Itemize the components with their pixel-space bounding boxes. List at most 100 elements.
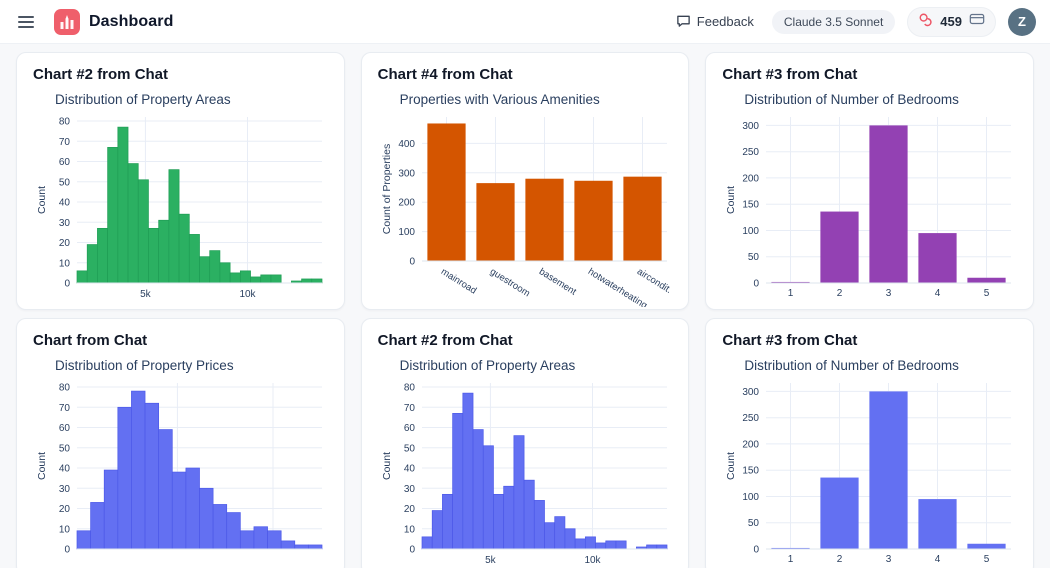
histogram-prices-blue: 0 10 20 30 40 50 60 70 80 Count xyxy=(33,377,328,567)
svg-text:1: 1 xyxy=(788,288,794,299)
svg-text:30: 30 xyxy=(59,484,71,495)
svg-text:40: 40 xyxy=(59,464,71,475)
svg-text:10k: 10k xyxy=(239,289,256,300)
svg-text:30: 30 xyxy=(59,218,71,229)
svg-text:10: 10 xyxy=(59,258,71,269)
model-badge[interactable]: Claude 3.5 Sonnet xyxy=(771,9,896,34)
svg-text:50: 50 xyxy=(404,443,416,454)
svg-text:20: 20 xyxy=(59,238,71,249)
chart-card-areas-blue: Chart #2 from Chat Distribution of Prope… xyxy=(360,318,690,568)
svg-text:20: 20 xyxy=(404,504,416,515)
svg-text:70: 70 xyxy=(59,137,71,148)
feedback-label: Feedback xyxy=(696,14,754,29)
svg-text:50: 50 xyxy=(748,252,760,263)
svg-text:300: 300 xyxy=(743,387,760,398)
card-title: Chart #3 from Chat xyxy=(722,66,858,83)
svg-text:80: 80 xyxy=(59,383,71,394)
svg-text:200: 200 xyxy=(398,198,415,209)
svg-text:50: 50 xyxy=(59,443,71,454)
svg-text:0: 0 xyxy=(754,279,760,290)
svg-text:60: 60 xyxy=(404,423,416,434)
hamburger-icon xyxy=(18,13,34,31)
svg-text:80: 80 xyxy=(404,383,416,394)
coins-icon xyxy=(918,12,933,32)
brand: Dashboard xyxy=(54,8,174,35)
svg-text:aircondit.: aircondit. xyxy=(635,266,674,296)
svg-text:4: 4 xyxy=(935,554,941,565)
chart-card-bedrooms-blue: Chart #3 from Chat Distribution of Numbe… xyxy=(705,318,1034,568)
histogram-areas-blue: 0 10 20 30 40 50 60 70 80 5k 10k Count xyxy=(378,377,673,567)
svg-text:0: 0 xyxy=(64,279,70,290)
svg-text:10: 10 xyxy=(59,524,71,535)
bar-chart-bedrooms-purple: 0 50 100 150 200 250 300 1 2 3 4 5 Count xyxy=(722,111,1017,301)
svg-text:5k: 5k xyxy=(140,289,152,300)
card-title: Chart #3 from Chat xyxy=(722,332,858,349)
svg-text:150: 150 xyxy=(743,200,760,211)
hamburger-menu-button[interactable] xyxy=(12,8,40,36)
bar-chart-logo-icon xyxy=(54,8,80,35)
svg-text:mainroad: mainroad xyxy=(439,266,478,296)
top-bar: Dashboard Feedback Claude 3.5 Sonnet 459 xyxy=(0,0,1050,44)
svg-text:guestroom: guestroom xyxy=(488,266,532,299)
histogram-areas-green: 0 10 20 30 40 50 60 70 80 5k 10k Count xyxy=(33,111,328,301)
svg-text:2: 2 xyxy=(837,288,843,299)
svg-text:5: 5 xyxy=(984,288,990,299)
svg-text:basement: basement xyxy=(537,266,579,298)
svg-text:60: 60 xyxy=(59,157,71,168)
svg-text:300: 300 xyxy=(398,168,415,179)
dashboard-grid: Chart #2 from Chat Distribution of Prope… xyxy=(0,44,1050,568)
feedback-button[interactable]: Feedback xyxy=(670,9,760,35)
bar-chart-amenities: 0 100 200 300 400 mainroad guestroom basement ho… xyxy=(378,111,673,307)
svg-text:50: 50 xyxy=(59,177,71,188)
speech-bubble-icon xyxy=(676,13,691,31)
svg-text:10k: 10k xyxy=(584,555,601,566)
plot-title: Distribution of Number of Bedrooms xyxy=(744,358,959,373)
svg-text:Count: Count xyxy=(725,186,737,214)
svg-text:Count: Count xyxy=(36,452,48,480)
svg-text:4: 4 xyxy=(935,288,941,299)
svg-text:100: 100 xyxy=(743,492,760,503)
user-avatar[interactable]: Z xyxy=(1008,7,1036,36)
svg-text:200: 200 xyxy=(743,439,760,450)
svg-text:60: 60 xyxy=(59,423,71,434)
page-title: Dashboard xyxy=(89,12,174,30)
bar-chart-bedrooms-blue: 0 50 100 150 200 250 300 1 2 3 4 5 Count xyxy=(722,377,1017,567)
svg-text:100: 100 xyxy=(398,227,415,238)
credit-card-icon xyxy=(969,12,985,31)
svg-text:0: 0 xyxy=(64,545,70,556)
svg-text:0: 0 xyxy=(409,257,415,268)
svg-text:Count: Count xyxy=(36,186,48,214)
plot-title: Properties with Various Amenities xyxy=(399,92,600,107)
svg-text:10: 10 xyxy=(404,524,416,535)
top-bar-actions: Feedback Claude 3.5 Sonnet 459 Z xyxy=(670,6,1036,37)
card-title: Chart from Chat xyxy=(33,332,148,349)
chart-card-bedrooms-purple: Chart #3 from Chat Distribution of Numbe… xyxy=(705,52,1034,310)
svg-text:70: 70 xyxy=(59,403,71,414)
svg-text:30: 30 xyxy=(404,484,416,495)
credits-pill[interactable]: 459 xyxy=(907,6,996,37)
chart-card-prices: Chart from Chat Distribution of Property… xyxy=(16,318,345,568)
svg-text:Count of Properties: Count of Properties xyxy=(381,144,393,234)
card-title: Chart #2 from Chat xyxy=(377,332,513,349)
svg-text:Count: Count xyxy=(725,452,737,480)
svg-text:40: 40 xyxy=(59,198,71,209)
plot-title: Distribution of Property Areas xyxy=(399,358,576,373)
svg-text:80: 80 xyxy=(59,117,71,128)
svg-text:3: 3 xyxy=(886,554,892,565)
svg-text:400: 400 xyxy=(398,139,415,150)
credits-count: 459 xyxy=(940,14,962,29)
chart-card-amenities: Chart #4 from Chat Properties with Vario… xyxy=(360,52,690,310)
chart-card-areas-green: Chart #2 from Chat Distribution of Prope… xyxy=(16,52,345,310)
plot-title: Distribution of Property Areas xyxy=(55,92,231,107)
svg-text:0: 0 xyxy=(409,545,415,556)
svg-text:250: 250 xyxy=(743,147,760,158)
svg-text:0: 0 xyxy=(754,545,760,556)
svg-text:200: 200 xyxy=(743,173,760,184)
plot-title: Distribution of Number of Bedrooms xyxy=(744,92,959,107)
svg-text:250: 250 xyxy=(743,413,760,424)
svg-text:300: 300 xyxy=(743,121,760,132)
plot-title: Distribution of Property Prices xyxy=(55,358,234,373)
svg-text:70: 70 xyxy=(404,403,416,414)
svg-text:Count: Count xyxy=(381,452,393,480)
svg-text:1: 1 xyxy=(788,554,794,565)
